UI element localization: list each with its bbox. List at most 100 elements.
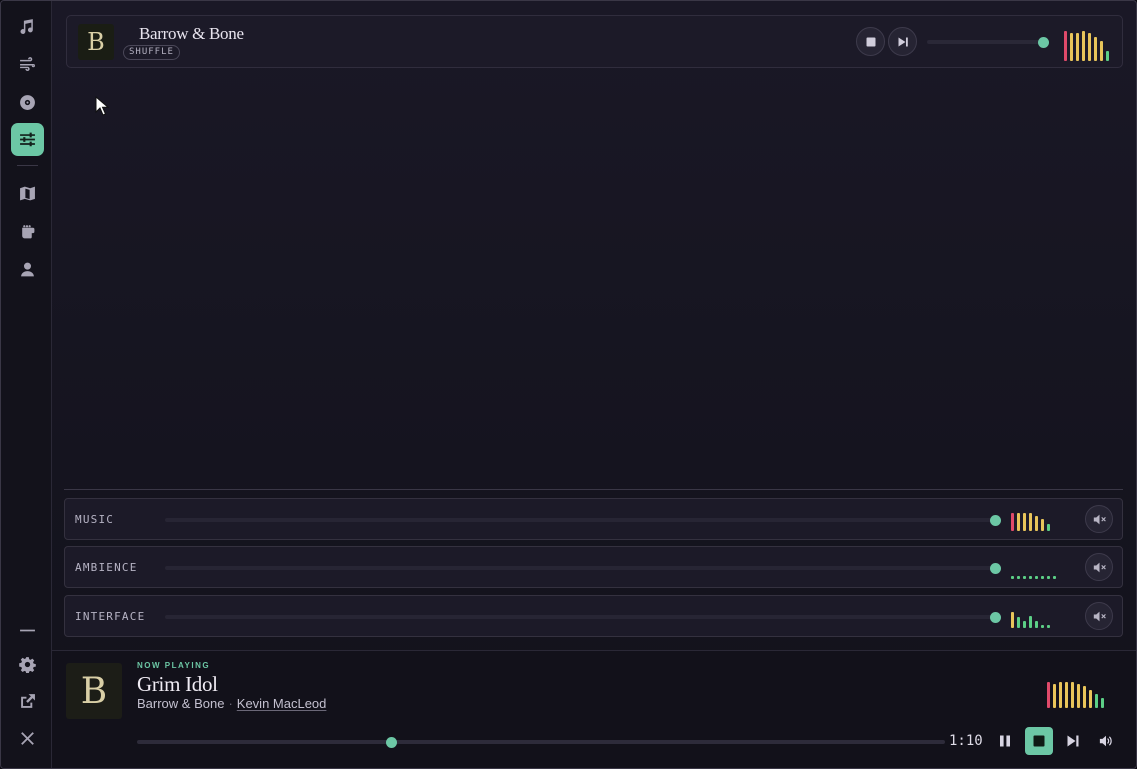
meter-bar xyxy=(1077,684,1080,708)
meter-bar xyxy=(1029,576,1032,579)
user-icon[interactable] xyxy=(11,253,44,286)
skip-next-button-main[interactable] xyxy=(1062,730,1084,752)
meter-bar xyxy=(1017,617,1020,628)
mixer-volume-slider[interactable] xyxy=(165,514,1001,526)
meter-bar xyxy=(1035,516,1038,531)
meter-bar xyxy=(1083,686,1086,708)
pause-icon xyxy=(1000,735,1010,747)
meter-bar xyxy=(1011,513,1014,531)
mixer-row-music: MUSIC xyxy=(64,498,1123,540)
mixer-volume-knob[interactable] xyxy=(989,611,1001,623)
meter-bar xyxy=(1047,576,1050,579)
mute-icon xyxy=(1093,611,1106,621)
now-playing-label: NOW PLAYING xyxy=(137,661,211,670)
music-note-icon[interactable] xyxy=(11,10,44,43)
mute-button[interactable] xyxy=(1085,505,1113,533)
now-playing-bar: B NOW PLAYING Grim Idol Barrow & Bone · Ke… xyxy=(52,650,1136,768)
mute-button[interactable] xyxy=(1085,553,1113,581)
meter-bar xyxy=(1088,33,1091,61)
meter-bar xyxy=(1101,698,1104,708)
skip-next-icon xyxy=(898,37,908,46)
meter-bar xyxy=(1100,41,1103,61)
stop-icon xyxy=(1033,735,1045,747)
meter-bar xyxy=(1041,519,1044,531)
skip-next-icon xyxy=(1067,735,1079,747)
now-playing-title: Grim Idol xyxy=(137,672,218,696)
mixer-divider xyxy=(64,489,1123,490)
track-volume-knob[interactable] xyxy=(1037,36,1049,48)
artist-link[interactable]: Kevin MacLeod xyxy=(237,696,327,711)
meter-bar xyxy=(1023,576,1026,579)
meter-bar xyxy=(1023,621,1026,628)
meter-bar xyxy=(1041,576,1044,579)
meter-bar xyxy=(1035,576,1038,579)
meter-bar xyxy=(1029,616,1032,628)
meter-bar xyxy=(1065,682,1068,708)
meter-bar xyxy=(1071,682,1074,708)
meter-bar xyxy=(1011,576,1014,579)
external-link-icon[interactable] xyxy=(11,685,44,718)
now-playing-subtitle: Barrow & Bone · Kevin MacLeod xyxy=(137,696,326,711)
volume-icon xyxy=(1099,735,1112,747)
progress-knob[interactable] xyxy=(386,736,398,748)
mixer-channel-label: AMBIENCE xyxy=(75,561,138,574)
mute-icon xyxy=(1093,514,1106,524)
player-level-meter xyxy=(1047,681,1104,708)
app-window: B Barrow & Bone SHUFFLE MUSIC AMBIENCE I… xyxy=(0,0,1137,769)
meter-bar xyxy=(1047,682,1050,708)
stop-button[interactable] xyxy=(856,27,885,56)
meter-bar xyxy=(1053,576,1056,579)
meter-bar xyxy=(1076,33,1079,61)
meter-bar xyxy=(1082,31,1085,61)
mixer-level-meter xyxy=(1011,511,1050,531)
meter-bar xyxy=(1064,31,1067,61)
sliders-icon[interactable] xyxy=(11,123,44,156)
album-cover: B xyxy=(78,24,114,60)
meter-bar xyxy=(1011,612,1014,628)
meter-bar xyxy=(1089,690,1092,708)
volume-button[interactable] xyxy=(1095,730,1117,752)
meter-bar xyxy=(1035,621,1038,628)
disc-icon[interactable] xyxy=(11,86,44,119)
gear-icon[interactable] xyxy=(11,648,44,681)
mute-icon xyxy=(1093,562,1106,572)
progress-bar[interactable] xyxy=(137,736,945,748)
mixer-volume-knob[interactable] xyxy=(989,514,1001,526)
mixer-volume-slider[interactable] xyxy=(165,562,1001,574)
stop-button-main[interactable] xyxy=(1025,727,1053,755)
meter-bar xyxy=(1017,576,1020,579)
mixer-level-meter xyxy=(1011,608,1050,628)
minimize-icon[interactable] xyxy=(11,614,44,647)
wind-icon[interactable] xyxy=(11,47,44,80)
meter-bar xyxy=(1070,33,1073,61)
mute-button[interactable] xyxy=(1085,602,1113,630)
skip-next-button[interactable] xyxy=(888,27,917,56)
stop-icon xyxy=(866,37,875,46)
mixer-channel-label: MUSIC xyxy=(75,513,115,526)
mixer-row-ambience: AMBIENCE xyxy=(64,546,1123,588)
mixer-channel-label: INTERFACE xyxy=(75,610,146,623)
meter-bar xyxy=(1095,694,1098,708)
map-icon[interactable] xyxy=(11,177,44,210)
fist-icon[interactable] xyxy=(11,215,44,248)
track-title: Barrow & Bone xyxy=(139,24,244,43)
meter-bar xyxy=(1023,513,1026,531)
now-playing-cover: B xyxy=(66,663,122,719)
close-icon[interactable] xyxy=(11,722,44,755)
mixer-volume-knob[interactable] xyxy=(989,562,1001,574)
meter-bar xyxy=(1059,682,1062,708)
meter-bar xyxy=(1094,37,1097,61)
meter-bar xyxy=(1047,625,1050,628)
track-volume-slider[interactable] xyxy=(927,36,1049,48)
track-card[interactable]: B Barrow & Bone SHUFFLE xyxy=(66,15,1123,68)
shuffle-badge[interactable]: SHUFFLE xyxy=(123,45,180,60)
sidebar xyxy=(1,1,52,768)
mixer-volume-slider[interactable] xyxy=(165,611,1001,623)
meter-bar xyxy=(1047,524,1050,531)
level-meter xyxy=(1064,31,1109,61)
elapsed-time: 1:10 xyxy=(949,733,983,749)
mixer-level-meter xyxy=(1011,559,1056,579)
meter-bar xyxy=(1029,513,1032,531)
pause-button[interactable] xyxy=(994,730,1016,752)
meter-bar xyxy=(1053,684,1056,708)
